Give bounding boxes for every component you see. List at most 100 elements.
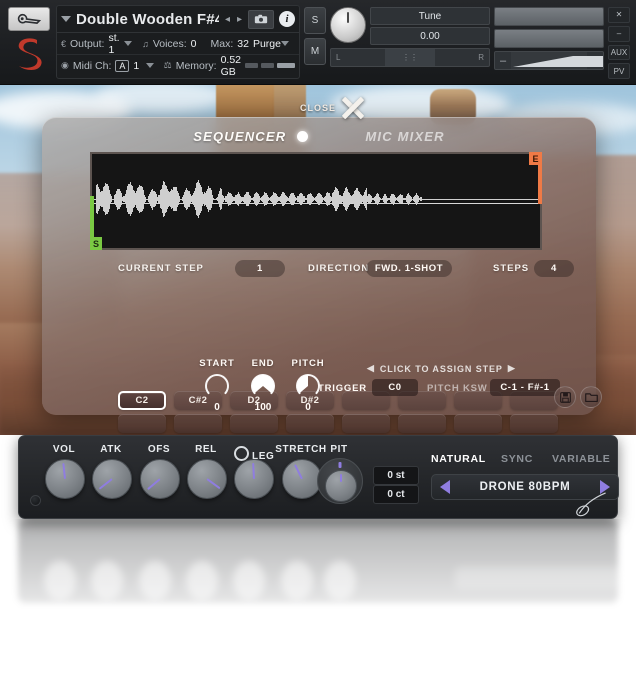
pitch-knob-inner[interactable] [325, 470, 357, 502]
knob-end[interactable]: END 100 [240, 358, 286, 413]
snapshot-camera-button[interactable] [248, 10, 274, 29]
next-preset-icon[interactable]: ▸ [236, 14, 243, 25]
midi-omni-badge: A [115, 60, 129, 72]
knob-end-dial[interactable] [248, 371, 278, 401]
memory-icon: ⚖ [164, 60, 172, 71]
knob-rel-dial[interactable] [187, 459, 227, 499]
knob-vol-dial[interactable] [45, 459, 85, 499]
current-step-value[interactable]: 1 [235, 260, 285, 277]
load-preset-button[interactable] [580, 386, 602, 408]
step-cell[interactable]: C2 [118, 391, 166, 410]
soundiron-s-logo [15, 36, 43, 72]
kontakt-instrument-window: CLOSE SEQUENCER MIC MIXER S E CURRENT ST… [0, 0, 636, 700]
knob-leg-dial[interactable] [234, 459, 274, 499]
tab-mic-mixer[interactable]: MIC MIXER [365, 129, 444, 144]
step-cell[interactable] [454, 414, 502, 433]
close-label: CLOSE [300, 103, 336, 113]
volume-slider[interactable]: – + [494, 51, 604, 70]
knob-pitch-value: 0 [285, 402, 331, 413]
knob-atk-label: ATK [100, 444, 122, 455]
midi-value: 1 [133, 60, 139, 72]
leg-ring-icon[interactable] [234, 446, 249, 461]
tune-value[interactable]: 0.00 [370, 27, 490, 45]
purge-meter [245, 63, 295, 68]
midi-chevron-icon[interactable] [146, 63, 154, 68]
midi-channel-cell[interactable]: ◉ Midi Ch: A 1 [61, 60, 160, 72]
purge-cell[interactable]: Purge [253, 38, 295, 50]
sample-start-marker[interactable]: S [90, 196, 94, 250]
knob-stretch-dial[interactable] [282, 459, 322, 499]
volume-minus-icon[interactable]: – [495, 55, 511, 67]
purge-chevron-icon[interactable] [281, 41, 289, 46]
step-cell[interactable] [118, 414, 166, 433]
pv-button[interactable]: PV [608, 63, 630, 79]
tab-variable[interactable]: VARIABLE [552, 453, 611, 465]
knob-ofs-dial[interactable] [140, 459, 180, 499]
panel-reflection [0, 519, 636, 700]
instrument-header-panel: Double Wooden F#4 Drone Flute ◂ ▸ i [56, 5, 300, 79]
window-buttons: ✕ – AUX PV [608, 5, 630, 79]
pitch-knob-dial[interactable] [317, 458, 363, 504]
output-cell[interactable]: € Output: st. 1 [61, 32, 138, 56]
sample-end-marker[interactable]: E [538, 152, 542, 204]
preset-prev-arrow-icon[interactable] [440, 480, 450, 494]
tune-label: Tune [370, 7, 490, 25]
step-cell[interactable] [230, 414, 278, 433]
assign-prev-arrow-icon[interactable]: ◀ [367, 363, 375, 374]
memory-cell: ⚖ Memory: 0.52 GB [164, 54, 241, 78]
pan-control[interactable]: L ⋮⋮ R [330, 48, 490, 67]
sequencer-panel: SEQUENCER MIC MIXER S E CURRENT STEP 1 D… [42, 117, 596, 415]
steps-value[interactable]: 4 [534, 260, 574, 277]
pitch-knob-label: PIT [330, 444, 347, 455]
close-overlay-button[interactable]: CLOSE [300, 95, 366, 121]
direction-value[interactable]: FWD. 1-SHOT [366, 260, 452, 277]
header-left-column [6, 5, 52, 79]
output-chevron-icon[interactable] [124, 41, 132, 46]
prev-preset-icon[interactable]: ◂ [224, 14, 231, 25]
wrench-button[interactable] [8, 7, 50, 31]
mute-button[interactable]: M [304, 38, 326, 65]
close-x-icon[interactable] [340, 95, 366, 121]
trigger-label: TRIGGER [318, 383, 367, 394]
knob-atk-dial[interactable] [92, 459, 132, 499]
knob-end-label: END [240, 358, 286, 369]
voices-cell: ♫ Voices: 0 Max: 32 [142, 38, 249, 50]
solo-button[interactable]: S [304, 7, 326, 34]
assign-step-hint: ◀ CLICK TO ASSIGN STEP ▶ [367, 363, 516, 374]
knob-start-dial[interactable] [202, 371, 232, 401]
tune-knob[interactable] [330, 7, 366, 43]
semitone-field[interactable]: 0 st [373, 466, 419, 485]
save-preset-button[interactable] [554, 386, 576, 408]
pan-center-icon[interactable]: ⋮⋮ [385, 49, 434, 66]
knob-rel-label: REL [195, 444, 217, 455]
close-window-button[interactable]: ✕ [608, 7, 630, 23]
tab-sync[interactable]: SYNC [501, 453, 533, 465]
cent-field[interactable]: 0 ct [373, 485, 419, 504]
knob-start[interactable]: START 0 [194, 358, 240, 413]
pitch-ksw-value[interactable]: C-1 - F#-1 [490, 379, 560, 396]
chevron-down-icon[interactable] [61, 16, 71, 22]
output-voices-row: € Output: st. 1 ♫ Voices: 0 Max: 32 Purg… [57, 33, 299, 54]
tab-sequencer[interactable]: SEQUENCER [193, 129, 286, 144]
assign-next-arrow-icon[interactable]: ▶ [508, 363, 516, 374]
step-cell[interactable] [342, 414, 390, 433]
tab-natural[interactable]: NATURAL [431, 453, 486, 465]
waveform-display[interactable]: S E [90, 152, 542, 250]
reflection-fade [0, 519, 636, 700]
trigger-value[interactable]: C0 [372, 379, 418, 396]
step-cell[interactable] [286, 414, 334, 433]
knob-start-label: START [194, 358, 240, 369]
step-cell[interactable] [174, 414, 222, 433]
purge-bar [277, 63, 295, 68]
bottom-control-panel: VOL ATK OFS REL LEG STRETCH PIT 0 st 0 ct NAT… [18, 435, 618, 519]
info-button[interactable]: i [279, 11, 295, 27]
volume-wedge[interactable] [511, 52, 587, 69]
step-cell[interactable] [398, 414, 446, 433]
instrument-title-row: Double Wooden F#4 Drone Flute ◂ ▸ i [57, 6, 299, 33]
sequencer-parameter-row: CURRENT STEP 1 DIRECTION FWD. 1-SHOT STE… [42, 260, 596, 278]
aux-button[interactable]: AUX [608, 45, 630, 61]
minimize-window-button[interactable]: – [608, 26, 630, 42]
pan-right-label: R [435, 49, 489, 66]
tab-active-indicator-dot [297, 131, 308, 142]
step-cell[interactable] [510, 414, 558, 433]
